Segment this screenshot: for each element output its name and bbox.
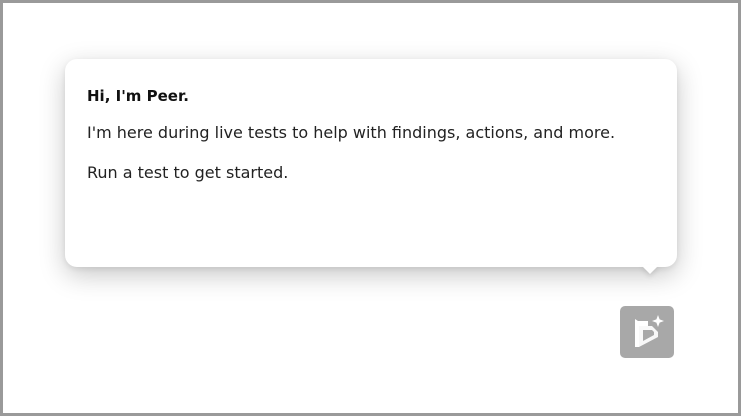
- peer-sparkle-icon: [628, 313, 666, 351]
- peer-intro-popover: Hi, I'm Peer. I'm here during live tests…: [65, 59, 677, 267]
- popover-call-to-action: Run a test to get started.: [87, 163, 289, 182]
- popover-pointer: [641, 265, 659, 274]
- app-frame: Hi, I'm Peer. I'm here during live tests…: [0, 0, 741, 416]
- popover-title: Hi, I'm Peer.: [87, 87, 189, 105]
- peer-assistant-button[interactable]: [620, 306, 674, 358]
- popover-description: I'm here during live tests to help with …: [87, 123, 616, 142]
